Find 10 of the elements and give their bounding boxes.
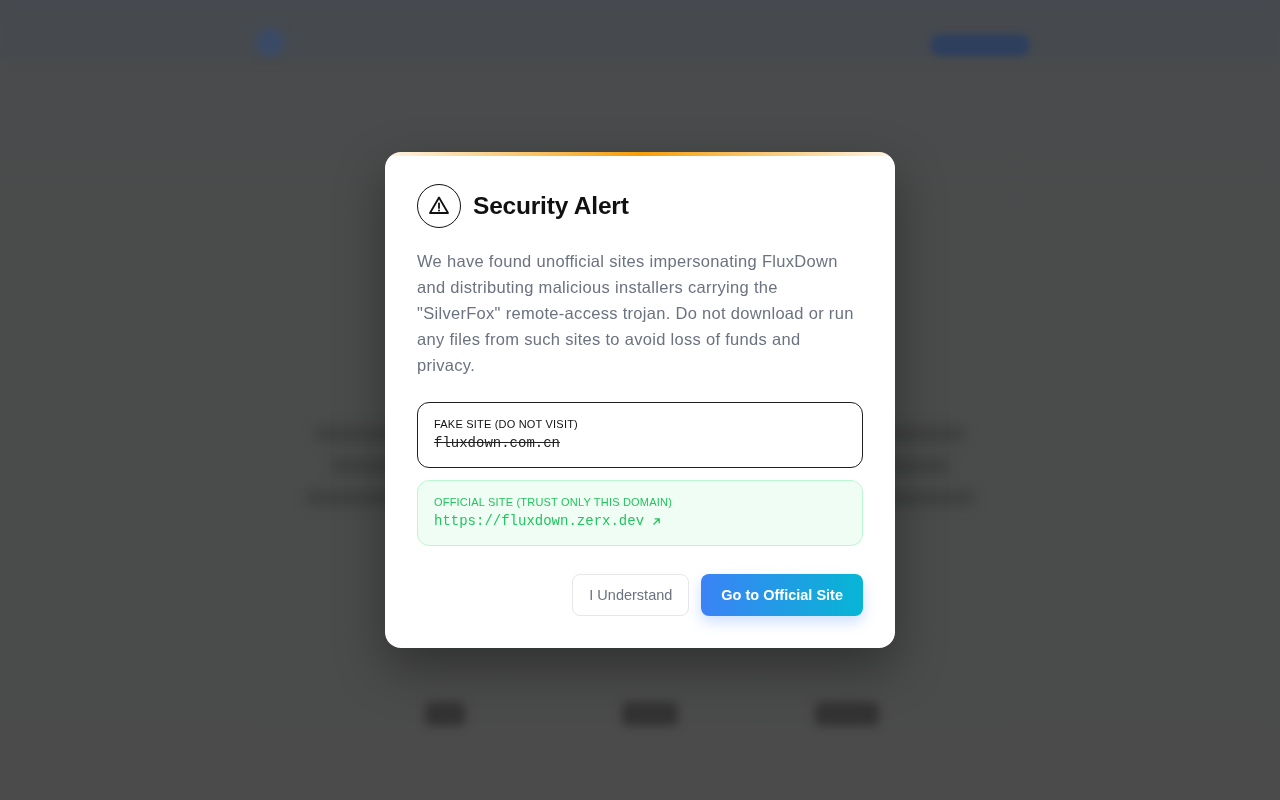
alert-message: We have found unofficial sites impersonating FluxDown and distributing malicious installers carrying the "SilverFox" remote-access trojan. Do not download or run any files from such sites to avoid loss of funds and privacy. <box>417 251 855 376</box>
external-arrow-icon <box>652 516 662 526</box>
site-label: FAKE SITE (DO NOT VISIT) <box>434 418 578 430</box>
go-to-official-site-button[interactable]: Go to Official Site <box>701 574 863 616</box>
dialog-title: Security Alert <box>473 192 629 220</box>
fake-domain: fluxdown.com.cn <box>434 435 561 451</box>
warning-icon <box>417 184 461 228</box>
official-site-link[interactable]: https://fluxdown.zerx.dev <box>434 513 662 529</box>
site-label: OFFICIAL SITE (TRUST ONLY THIS DOMAIN) <box>434 496 672 508</box>
understand-button[interactable]: I Understand <box>572 574 690 616</box>
